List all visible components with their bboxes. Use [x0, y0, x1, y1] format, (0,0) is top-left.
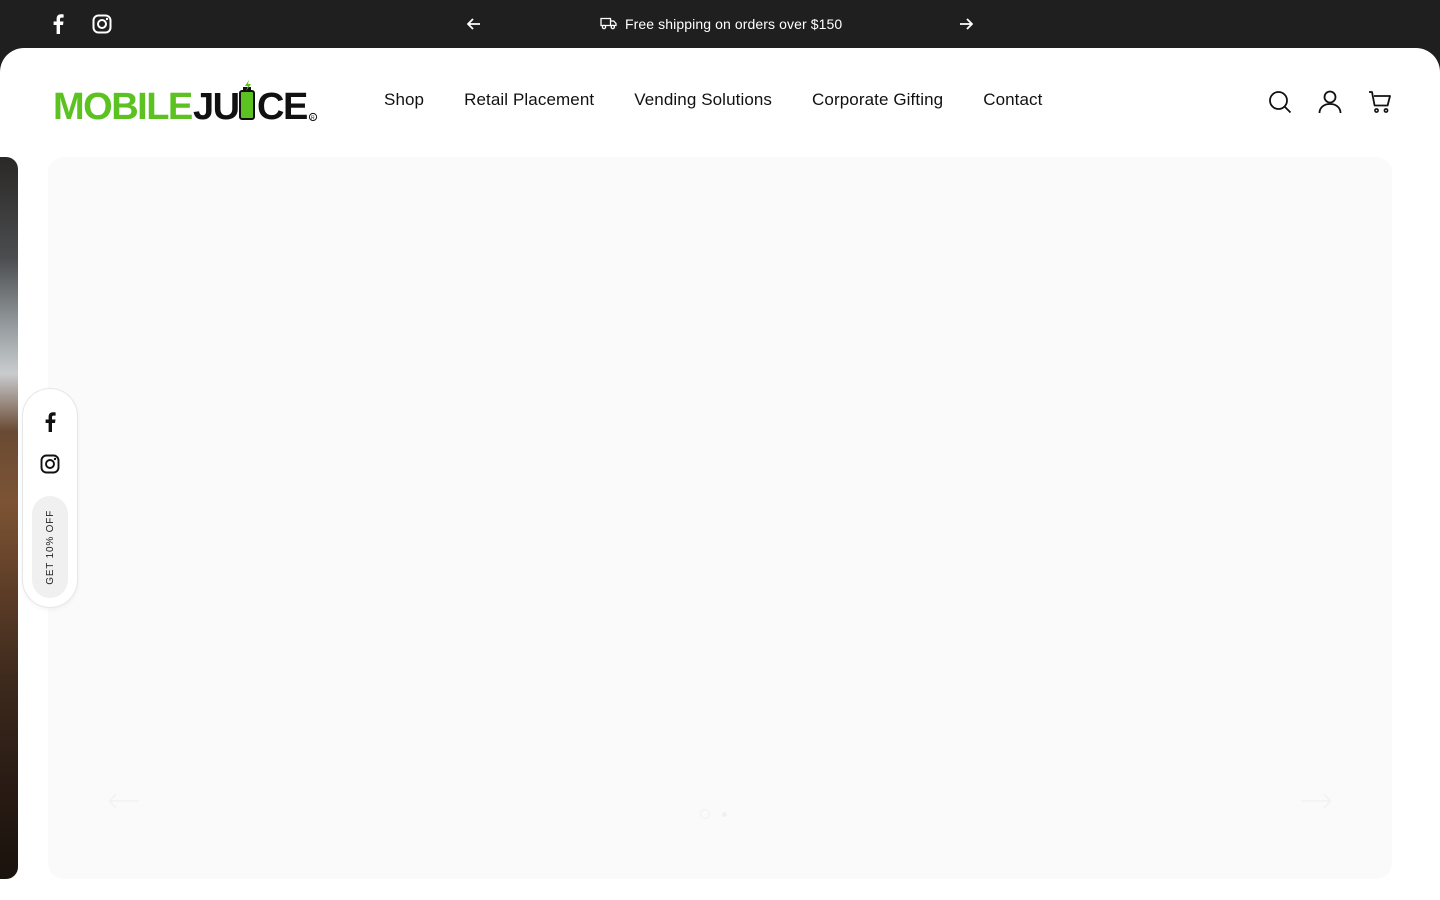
instagram-icon[interactable] [38, 452, 62, 476]
header-actions [1268, 88, 1392, 116]
slideshow-prev-button[interactable] [108, 793, 140, 809]
svg-text:MOBILE: MOBILE [53, 86, 192, 124]
previous-slide-preview[interactable] [0, 157, 18, 879]
svg-text:R: R [311, 115, 315, 121]
arrow-right-icon [1301, 793, 1332, 809]
nav-vending-solutions[interactable]: Vending Solutions [634, 90, 772, 110]
main-navigation: Shop Retail Placement Vending Solutions … [384, 90, 1042, 110]
nav-corporate-gifting[interactable]: Corporate Gifting [812, 90, 943, 110]
hero-slideshow [48, 157, 1392, 879]
svg-text:CE: CE [257, 86, 307, 124]
arrow-right-icon [960, 18, 973, 30]
nav-contact[interactable]: Contact [983, 90, 1042, 110]
discount-popup-button[interactable]: GET 10% OFF [32, 496, 68, 598]
floating-social-widget: GET 10% OFF [23, 389, 77, 607]
account-icon[interactable] [1318, 88, 1342, 116]
arrow-left-icon [467, 18, 480, 30]
search-icon[interactable] [1268, 88, 1292, 116]
facebook-icon[interactable] [38, 410, 62, 434]
slideshow-pagination [700, 809, 727, 819]
slide-dot[interactable] [722, 811, 727, 817]
facebook-icon[interactable] [48, 12, 68, 36]
announcement-bar: Free shipping on orders over $150 [0, 0, 1440, 48]
slide-dot-active[interactable] [700, 809, 710, 819]
announcement-prev-button[interactable] [464, 12, 484, 36]
topbar-social-links [48, 12, 112, 36]
announcement-next-button[interactable] [956, 12, 976, 36]
brand-logo[interactable]: MOBILE JU CE R [52, 80, 320, 128]
announcement-message: Free shipping on orders over $150 [600, 0, 842, 48]
cart-icon[interactable] [1368, 88, 1392, 116]
truck-icon [600, 16, 617, 33]
arrow-left-icon [108, 793, 139, 809]
announcement-text: Free shipping on orders over $150 [625, 16, 843, 32]
nav-shop[interactable]: Shop [384, 90, 424, 110]
slideshow-next-button[interactable] [1300, 793, 1332, 809]
page-container: MOBILE JU CE R Shop Retail Placement Ven… [0, 48, 1440, 900]
instagram-icon[interactable] [92, 12, 112, 36]
nav-retail-placement[interactable]: Retail Placement [464, 90, 594, 110]
discount-label: GET 10% OFF [44, 509, 56, 585]
svg-text:JU: JU [193, 86, 239, 124]
